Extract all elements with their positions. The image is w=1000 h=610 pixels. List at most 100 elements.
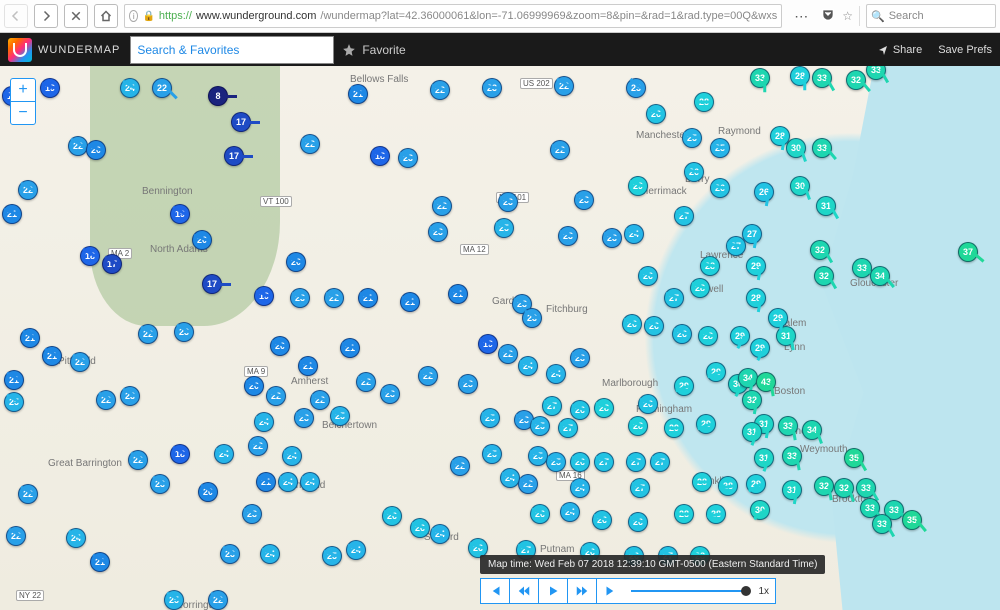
weather-station[interactable]: 20 (270, 336, 290, 356)
station-pin[interactable]: 17 (202, 274, 222, 294)
weather-station[interactable]: 23 (522, 308, 542, 328)
weather-station[interactable]: 22 (554, 76, 574, 96)
weather-station[interactable]: 24 (346, 540, 366, 560)
weather-station[interactable]: 25 (494, 218, 514, 238)
station-pin[interactable]: 25 (164, 590, 184, 610)
station-pin[interactable]: 22 (518, 474, 538, 494)
station-pin[interactable]: 23 (290, 288, 310, 308)
weather-station[interactable]: 24 (430, 524, 450, 544)
station-pin[interactable]: 24 (300, 472, 320, 492)
weather-station[interactable]: 24 (518, 356, 538, 376)
station-pin[interactable]: 29 (746, 474, 766, 494)
station-pin[interactable]: 21 (298, 356, 318, 376)
weather-station[interactable]: 21 (4, 370, 24, 390)
weather-station[interactable]: 23 (398, 148, 418, 168)
weather-station[interactable]: 24 (624, 224, 644, 244)
weather-station[interactable]: 22 (68, 136, 88, 156)
station-pin[interactable]: 25 (482, 444, 502, 464)
station-pin[interactable]: 33 (872, 514, 892, 534)
station-pin[interactable]: 20 (270, 336, 290, 356)
weather-station[interactable]: 26 (570, 400, 590, 420)
share-button[interactable]: Share (877, 44, 922, 56)
station-pin[interactable]: 28 (746, 288, 766, 308)
favorite-button[interactable]: Favorite (342, 43, 405, 57)
station-pin[interactable]: 22 (96, 390, 116, 410)
weather-station[interactable]: 29 (750, 338, 770, 358)
weather-station[interactable]: 17 (102, 254, 122, 274)
home-button[interactable] (94, 4, 118, 28)
browser-search[interactable]: 🔍 Search (866, 4, 996, 28)
station-pin[interactable]: 25 (546, 452, 566, 472)
weather-station[interactable]: 27 (558, 418, 578, 438)
weather-station[interactable]: 28 (790, 66, 810, 86)
weather-station[interactable]: 26 (382, 506, 402, 526)
weather-station[interactable]: 25 (682, 128, 702, 148)
station-pin[interactable]: 23 (626, 78, 646, 98)
station-pin[interactable]: 26 (684, 162, 704, 182)
station-pin[interactable]: 21 (340, 338, 360, 358)
station-pin[interactable]: 31 (816, 196, 836, 216)
station-pin[interactable]: 28 (690, 278, 710, 298)
station-pin[interactable]: 27 (542, 396, 562, 416)
weather-station[interactable]: 25 (528, 446, 548, 466)
weather-station[interactable]: 33 (866, 66, 886, 80)
weather-station[interactable]: 35 (902, 510, 922, 530)
station-pin[interactable]: 8 (208, 86, 228, 106)
weather-station[interactable]: 24 (214, 444, 234, 464)
weather-station[interactable]: 33 (852, 258, 872, 278)
station-pin[interactable]: 20 (86, 140, 106, 160)
station-pin[interactable]: 18 (170, 444, 190, 464)
station-pin[interactable]: 22 (450, 456, 470, 476)
weather-station[interactable]: 22 (310, 390, 330, 410)
weather-station[interactable]: 26 (754, 182, 774, 202)
weather-station[interactable]: 22 (432, 196, 452, 216)
station-pin[interactable]: 26 (638, 266, 658, 286)
weather-station[interactable]: 28 (674, 504, 694, 524)
station-pin[interactable]: 19 (254, 286, 274, 306)
station-pin[interactable]: 22 (498, 344, 518, 364)
weather-station[interactable]: 23 (602, 228, 622, 248)
station-pin[interactable]: 34 (802, 420, 822, 440)
weather-station[interactable]: 19 (254, 286, 274, 306)
info-icon[interactable]: i (129, 10, 138, 22)
station-pin[interactable]: 21 (2, 204, 22, 224)
station-pin[interactable]: 34 (870, 266, 890, 286)
station-pin[interactable]: 27 (558, 418, 578, 438)
weather-station[interactable]: 22 (498, 344, 518, 364)
station-pin[interactable]: 23 (574, 190, 594, 210)
station-pin[interactable]: 21 (90, 552, 110, 572)
zoom-in-button[interactable]: + (11, 79, 35, 102)
station-pin[interactable]: 35 (902, 510, 922, 530)
weather-station[interactable]: 21 (400, 292, 420, 312)
weather-station[interactable]: 26 (646, 104, 666, 124)
weather-station[interactable]: 29 (730, 326, 750, 346)
weather-station[interactable]: 25 (164, 590, 184, 610)
weather-station[interactable]: 24 (120, 78, 140, 98)
pocket-icon[interactable] (820, 7, 836, 26)
station-pin[interactable]: 33 (852, 258, 872, 278)
weather-station[interactable]: 25 (480, 408, 500, 428)
weather-station[interactable]: 22 (450, 456, 470, 476)
zoom-out-button[interactable]: − (11, 102, 35, 124)
weather-station[interactable]: 23 (558, 226, 578, 246)
weather-station[interactable]: 22 (70, 352, 90, 372)
station-pin[interactable]: 23 (150, 474, 170, 494)
weather-station[interactable]: 19 (40, 78, 60, 98)
station-pin[interactable]: 25 (4, 392, 24, 412)
weather-station[interactable]: 24 (282, 446, 302, 466)
weather-station[interactable]: 20 (286, 252, 306, 272)
weather-station[interactable]: 33 (812, 138, 832, 158)
station-pin[interactable]: 21 (448, 284, 468, 304)
weather-station[interactable]: 26 (570, 452, 590, 472)
weather-station[interactable]: 32 (810, 240, 830, 260)
station-pin[interactable]: 20 (244, 376, 264, 396)
time-slider[interactable]: 1x (625, 578, 776, 604)
weather-station[interactable]: 22 (356, 372, 376, 392)
weather-station[interactable]: 22 (430, 80, 450, 100)
weather-station[interactable]: 28 (700, 256, 720, 276)
station-pin[interactable]: 33 (856, 478, 876, 498)
weather-station[interactable]: 33 (750, 68, 770, 88)
weather-station[interactable]: 43 (756, 372, 776, 392)
station-pin[interactable]: 29 (750, 338, 770, 358)
weather-station[interactable]: 22 (18, 484, 38, 504)
